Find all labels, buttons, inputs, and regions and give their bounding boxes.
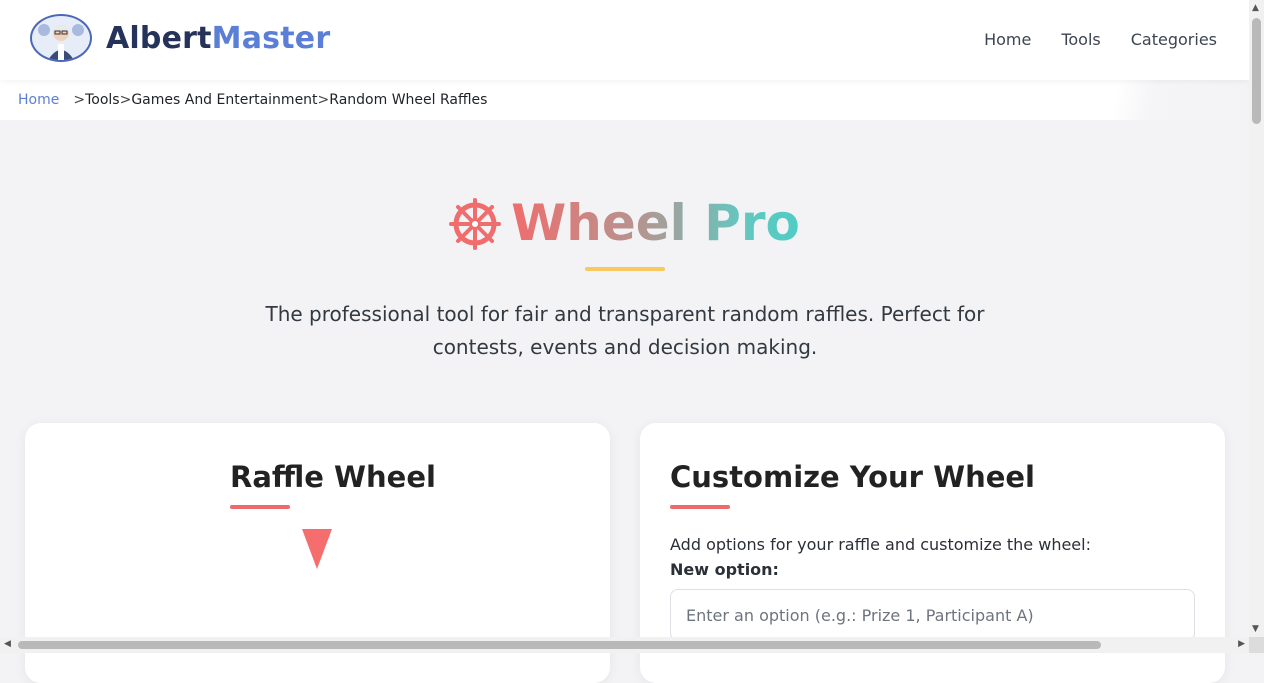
vertical-scrollbar[interactable]: ▲ ▼ — [1249, 0, 1264, 637]
page-subtitle: The professional tool for fair and trans… — [265, 302, 985, 359]
wheel-pointer-icon — [302, 529, 332, 569]
breadcrumb-home[interactable]: Home — [18, 92, 59, 108]
customize-wheel-title: Customize Your Wheel — [670, 460, 1035, 494]
logo[interactable]: AlbertMaster — [30, 14, 330, 62]
scroll-right-icon[interactable]: ▶ — [1238, 639, 1245, 649]
breadcrumb-games[interactable]: Games And Entertainment — [131, 92, 317, 108]
breadcrumb-bar: Home >Tools>Games And Entertainment>Rando… — [0, 80, 1249, 120]
new-option-input[interactable] — [670, 589, 1195, 641]
new-option-label: New option: — [670, 560, 779, 579]
page-title-text: Wheel Pro — [511, 194, 800, 252]
scrollbar-corner — [1249, 637, 1264, 653]
logo-text-part2: Master — [211, 20, 331, 56]
customize-title-underline — [670, 505, 730, 509]
breadcrumb-separator: > — [119, 92, 132, 108]
nav-tools[interactable]: Tools — [1061, 30, 1100, 49]
nav-home[interactable]: Home — [984, 30, 1031, 49]
vertical-scroll-thumb[interactable] — [1252, 18, 1261, 124]
dharma-wheel-icon — [449, 198, 502, 250]
logo-badge-icon — [30, 14, 92, 62]
breadcrumb-current: Random Wheel Raffles — [329, 92, 488, 108]
nav-categories[interactable]: Categories — [1131, 30, 1217, 49]
customize-description: Add options for your raffle and customiz… — [670, 535, 1091, 554]
page-title: Wheel Pro — [0, 190, 1249, 256]
logo-text: AlbertMaster — [106, 21, 330, 56]
site-header: AlbertMaster Home Tools Categories — [0, 0, 1249, 80]
breadcrumb: Home >Tools>Games And Entertainment>Rando… — [18, 92, 487, 108]
breadcrumb-separator: > — [317, 92, 330, 108]
raffle-wheel-title: Raffle Wheel — [230, 460, 436, 494]
main-nav: Home Tools Categories — [984, 30, 1217, 49]
scroll-left-icon[interactable]: ◀ — [4, 639, 11, 649]
logo-text-part1: Albert — [106, 20, 212, 56]
horizontal-scroll-thumb[interactable] — [18, 641, 1101, 649]
scroll-down-icon[interactable]: ▼ — [1252, 624, 1259, 634]
horizontal-scrollbar[interactable]: ◀ ▶ — [0, 637, 1249, 653]
title-underline — [585, 267, 665, 271]
raffle-title-underline — [230, 505, 290, 509]
scroll-up-icon[interactable]: ▲ — [1252, 3, 1259, 13]
breadcrumb-separator: > — [73, 92, 86, 108]
breadcrumb-tools[interactable]: Tools — [85, 92, 120, 108]
